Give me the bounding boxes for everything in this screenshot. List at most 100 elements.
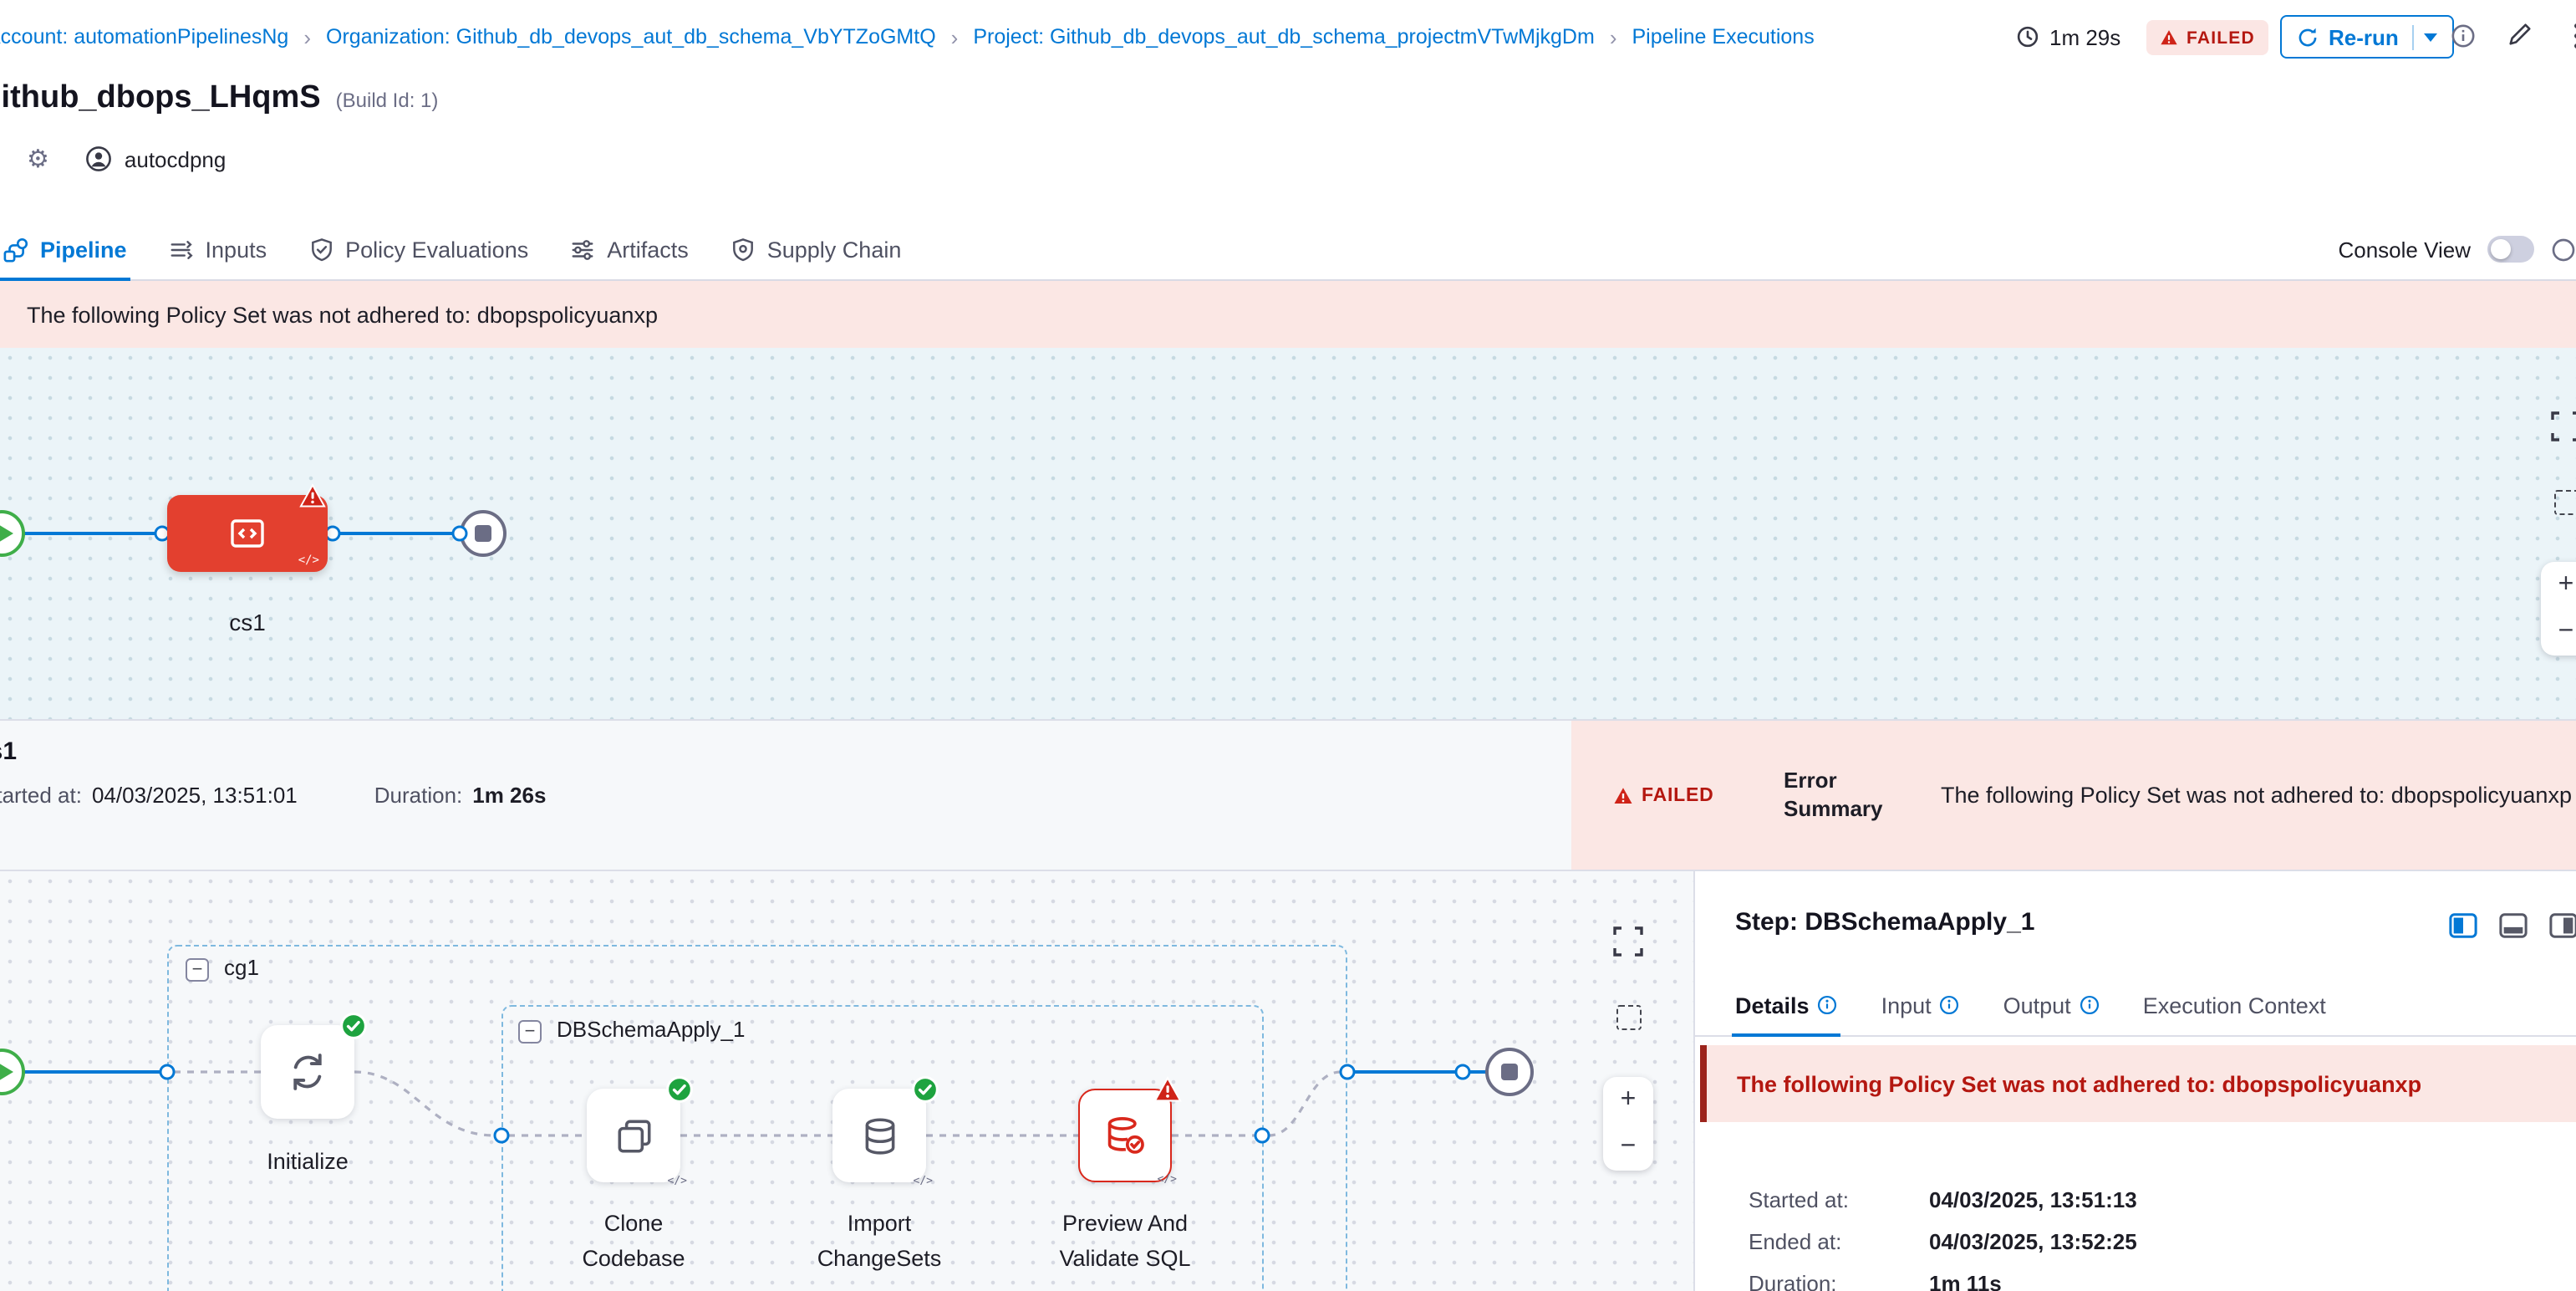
breadcrumb-organization-link[interactable]: Organization: Github_db_devops_aut_db_sc… bbox=[326, 25, 936, 48]
gear-icon[interactable]: ⚙ bbox=[27, 144, 49, 174]
execution-tab-bar: Pipeline Inputs Policy Evaluations bbox=[0, 217, 2576, 281]
detail-value: 04/03/2025, 13:52:25 bbox=[1929, 1229, 2137, 1254]
step-node-initialize[interactable] bbox=[261, 1025, 354, 1119]
breadcrumb-separator: › bbox=[951, 24, 959, 49]
detail-row-ended: Ended at: 04/03/2025, 13:52:25 bbox=[1749, 1229, 2137, 1254]
fullscreen-icon[interactable] bbox=[2549, 410, 2576, 443]
started-at-label: Started at: bbox=[0, 783, 82, 808]
started-at-value: 04/03/2025, 13:51:01 bbox=[92, 783, 298, 808]
policy-violation-text: The following Policy Set was not adhered… bbox=[27, 302, 658, 327]
tab-input[interactable]: Input bbox=[1881, 974, 1960, 1036]
tab-label: Output bbox=[2003, 992, 2071, 1018]
stage-status-label: FAILED bbox=[1642, 785, 1714, 805]
step-details-panel: Step: DBSchemaApply_1 Details bbox=[1693, 871, 2576, 1291]
step-panel-title: Step: DBSchemaApply_1 bbox=[1735, 908, 2034, 936]
tab-bar-right: Console View bbox=[2338, 217, 2576, 281]
step-label-preview-validate-sql: Preview And Validate SQL bbox=[1033, 1207, 1217, 1278]
zoom-panel: + − bbox=[1603, 1077, 1653, 1171]
selection-tool-icon[interactable] bbox=[2553, 490, 2576, 515]
shield-check-icon bbox=[308, 237, 333, 262]
breadcrumb-pipeline-executions-link[interactable]: Pipeline Executions bbox=[1632, 25, 1815, 48]
tab-details[interactable]: Details bbox=[1735, 974, 1838, 1036]
tab-output[interactable]: Output bbox=[2003, 974, 2100, 1036]
stage-error-summary: FAILED Error Summary The following Polic… bbox=[1571, 721, 2576, 870]
chevron-down-icon[interactable] bbox=[2424, 33, 2437, 41]
step-node-preview-validate-sql[interactable]: </> bbox=[1078, 1089, 1172, 1182]
detail-label: Duration: bbox=[1749, 1271, 1929, 1291]
tab-label: Policy Evaluations bbox=[345, 237, 528, 262]
stage-node-cs1[interactable]: </> bbox=[167, 495, 328, 572]
tab-execution-context[interactable]: Execution Context bbox=[2143, 974, 2326, 1036]
success-badge bbox=[665, 1075, 694, 1104]
zoom-out-button[interactable]: − bbox=[2541, 609, 2576, 656]
shield-icon bbox=[731, 237, 756, 262]
zoom-in-button[interactable]: + bbox=[1603, 1077, 1653, 1124]
step-label-import-changesets: Import ChangeSets bbox=[804, 1207, 955, 1278]
stage-summary-bar: cs1 Started at: 04/03/2025, 13:51:01 Dur… bbox=[0, 719, 2576, 871]
tab-inputs[interactable]: Inputs bbox=[169, 217, 267, 281]
breadcrumb-project-link[interactable]: Project: Github_db_devops_aut_db_schema_… bbox=[973, 25, 1594, 48]
warning-icon bbox=[2160, 28, 2178, 47]
user-avatar-icon bbox=[86, 145, 113, 172]
step-node-clone-codebase[interactable]: </> bbox=[587, 1089, 680, 1182]
rerun-button[interactable]: Re-run bbox=[2280, 15, 2454, 59]
tab-label: Inputs bbox=[206, 237, 267, 262]
pipeline-stage-graph[interactable]: </> cs1 + − bbox=[0, 348, 2576, 719]
zoom-in-button[interactable]: + bbox=[2541, 562, 2576, 609]
detail-row-duration: Duration: 1m 11s bbox=[1749, 1271, 2002, 1291]
breadcrumb-separator: › bbox=[303, 24, 311, 49]
tab-label: Execution Context bbox=[2143, 992, 2326, 1018]
code-glyph: </> bbox=[668, 1174, 688, 1187]
policy-violation-banner: The following Policy Set was not adhered… bbox=[0, 281, 2576, 348]
detail-value: 1m 11s bbox=[1929, 1271, 2002, 1291]
pipeline-icon bbox=[3, 237, 28, 262]
collapse-group-cg1-button[interactable]: − bbox=[186, 958, 209, 982]
pencil-icon bbox=[2507, 22, 2533, 47]
collapse-group-dbschemaapply-button[interactable]: − bbox=[518, 1020, 542, 1044]
tab-label: Artifacts bbox=[607, 237, 689, 262]
stage-graph-controls: + − bbox=[2541, 410, 2576, 656]
duration-label: Duration: bbox=[374, 783, 463, 808]
step-node-import-changesets[interactable]: </> bbox=[832, 1089, 926, 1182]
tab-supply-chain[interactable]: Supply Chain bbox=[731, 217, 902, 281]
rerun-split-divider bbox=[2412, 24, 2414, 49]
refresh-icon bbox=[286, 1050, 329, 1094]
stage-summary-times: Started at: 04/03/2025, 13:51:01 Duratio… bbox=[0, 783, 546, 808]
code-glyph: </> bbox=[914, 1174, 934, 1187]
tab-policy-evaluations[interactable]: Policy Evaluations bbox=[308, 217, 528, 281]
detail-value: 04/03/2025, 13:51:13 bbox=[1929, 1187, 2137, 1212]
edit-icon-button[interactable] bbox=[2507, 22, 2534, 48]
execution-meta-row: ⚙ autocdpng bbox=[0, 140, 226, 177]
console-view-label: Console View bbox=[2338, 237, 2471, 262]
success-badge bbox=[339, 1012, 368, 1040]
execution-detail-section: − cg1 − DBSchemaApply_1 Initialize bbox=[0, 871, 2576, 1291]
breadcrumb-account-link[interactable]: Account: automationPipelinesNg bbox=[0, 25, 288, 48]
execution-duration-value: 1m 29s bbox=[2049, 24, 2120, 49]
rerun-icon bbox=[2297, 26, 2319, 48]
step-execution-graph[interactable]: − cg1 − DBSchemaApply_1 Initialize bbox=[0, 871, 1693, 1291]
duration-value: 1m 26s bbox=[472, 783, 546, 808]
stage-label: cs1 bbox=[167, 609, 328, 635]
info-icon bbox=[2451, 23, 2476, 48]
error-summary-label: Error Summary bbox=[1784, 768, 1897, 823]
sliders-icon bbox=[570, 237, 595, 262]
error-summary-message: The following Policy Set was not adhered… bbox=[1941, 783, 2576, 808]
tab-artifacts[interactable]: Artifacts bbox=[570, 217, 689, 281]
tab-label: Details bbox=[1735, 992, 1810, 1018]
console-view-toggle[interactable] bbox=[2487, 236, 2534, 263]
tab-pipeline[interactable]: Pipeline bbox=[3, 217, 127, 281]
selection-tool-icon[interactable] bbox=[1616, 1005, 1641, 1030]
layout-split-right-icon[interactable] bbox=[2549, 911, 2576, 940]
fullscreen-icon[interactable] bbox=[1611, 925, 1645, 958]
warning-icon bbox=[1613, 785, 1633, 805]
info-icon bbox=[2080, 995, 2100, 1015]
info-icon-button[interactable] bbox=[2451, 23, 2477, 50]
status-circle-icon[interactable] bbox=[2551, 237, 2576, 262]
layout-split-left-icon[interactable] bbox=[2449, 911, 2477, 940]
zoom-out-button[interactable]: − bbox=[1603, 1124, 1653, 1171]
tab-label: Pipeline bbox=[40, 237, 127, 262]
layout-split-bottom-icon[interactable] bbox=[2499, 911, 2528, 940]
kebab-menu-button[interactable] bbox=[2564, 22, 2576, 48]
info-icon bbox=[1818, 995, 1838, 1015]
stage-graph-edges bbox=[0, 348, 2576, 719]
